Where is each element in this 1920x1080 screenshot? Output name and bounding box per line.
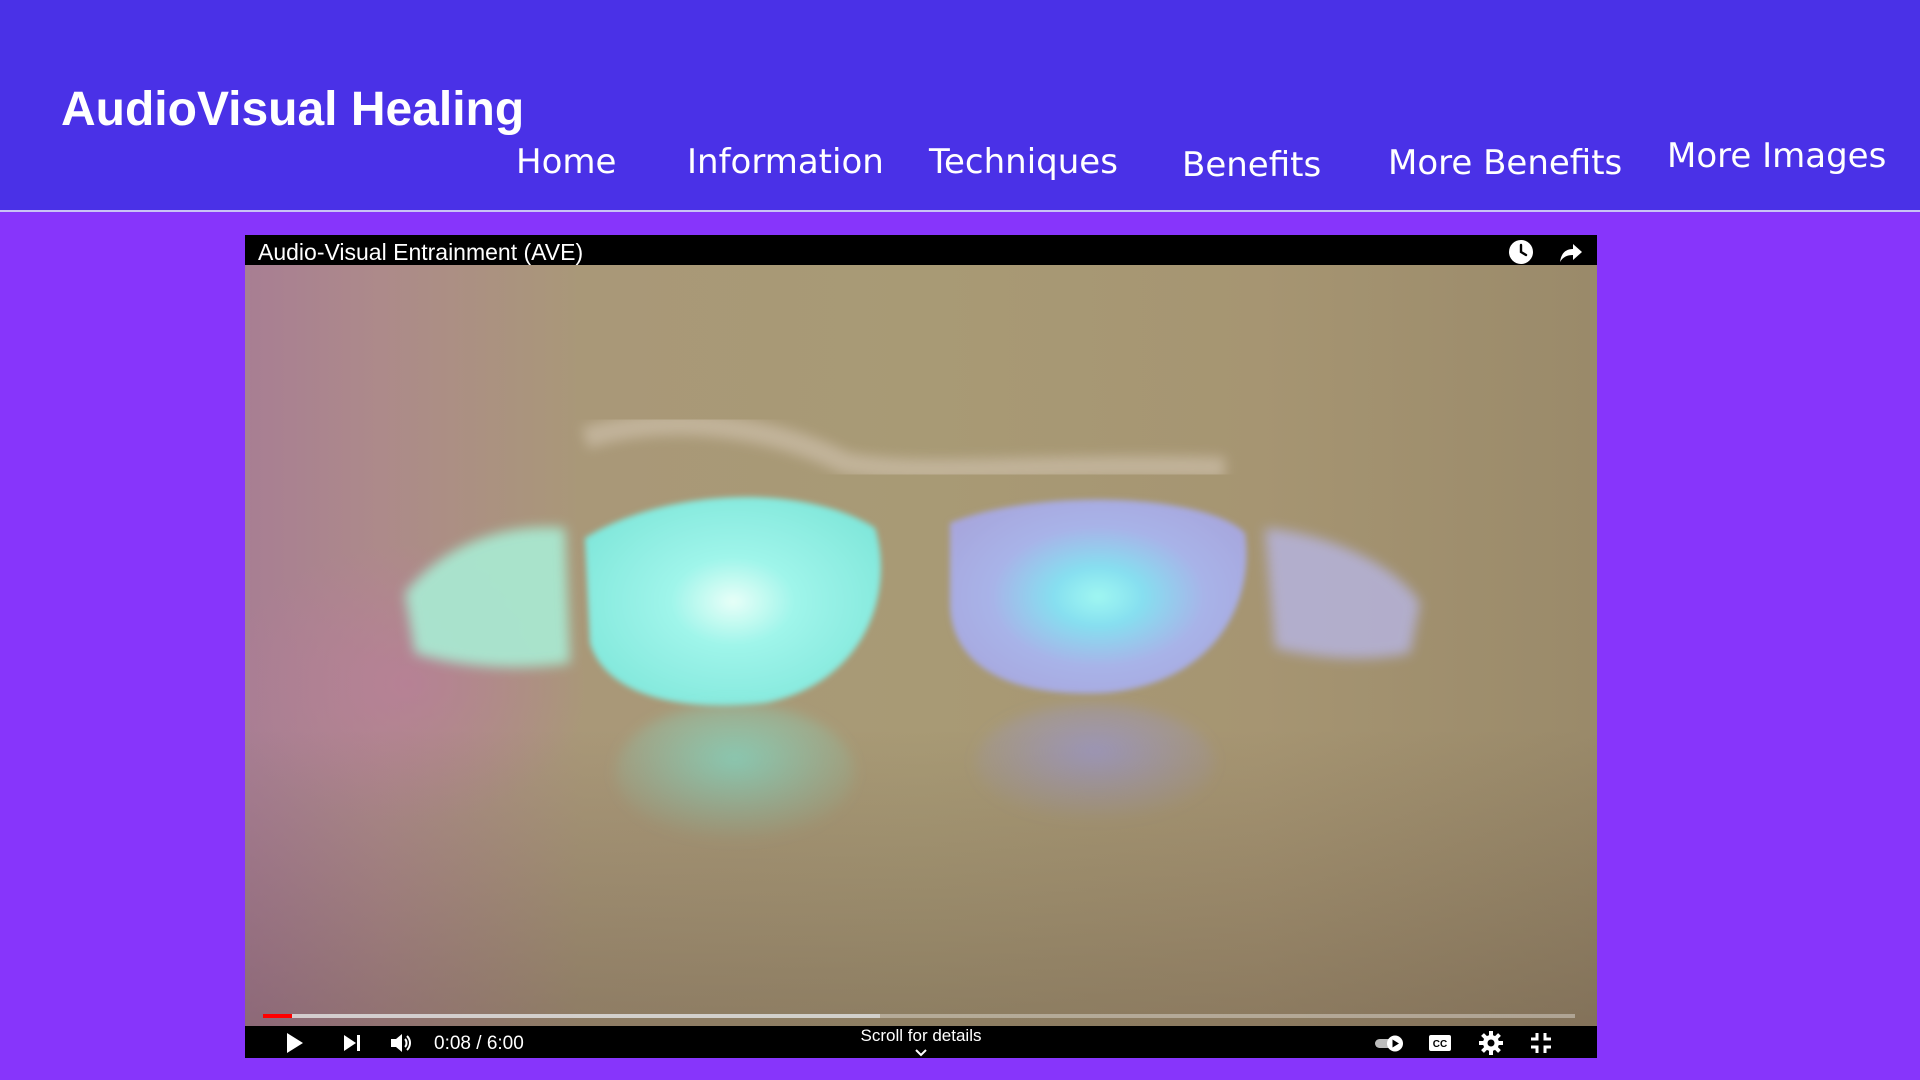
video-frame[interactable] (245, 263, 1597, 1028)
glasses-image (405, 413, 1420, 843)
progress-played (263, 1014, 292, 1018)
exit-fullscreen-icon[interactable] (1528, 1030, 1554, 1056)
chevron-down-icon[interactable] (914, 1048, 928, 1058)
nav-home[interactable]: Home (516, 142, 616, 182)
nav-more-benefits[interactable]: More Benefits (1388, 143, 1622, 183)
settings-icon[interactable] (1478, 1030, 1504, 1056)
svg-text:CC: CC (1433, 1039, 1447, 1050)
share-icon[interactable] (1558, 239, 1584, 265)
nav-benefits[interactable]: Benefits (1182, 145, 1321, 185)
nav-more-images[interactable]: More Images (1667, 136, 1886, 176)
video-title[interactable]: Audio-Visual Entrainment (AVE) (258, 239, 583, 266)
watch-later-icon[interactable] (1508, 239, 1534, 265)
video-player[interactable]: Audio-Visual Entrainment (AVE) 0:08 / 6:… (245, 235, 1597, 1058)
captions-icon[interactable]: CC (1427, 1030, 1453, 1056)
progress-buffered (263, 1014, 880, 1018)
progress-bar[interactable] (263, 1014, 1575, 1018)
site-header: AudioVisual Healing Home Information Tec… (0, 0, 1920, 212)
player-controls: 0:08 / 6:00 Scroll for details CC (245, 1026, 1597, 1058)
nav-techniques[interactable]: Techniques (929, 142, 1118, 182)
nav-information[interactable]: Information (687, 142, 884, 182)
player-title-bar: Audio-Visual Entrainment (AVE) (245, 235, 1597, 265)
site-title[interactable]: AudioVisual Healing (61, 82, 524, 137)
autoplay-toggle-icon[interactable] (1373, 1030, 1407, 1056)
